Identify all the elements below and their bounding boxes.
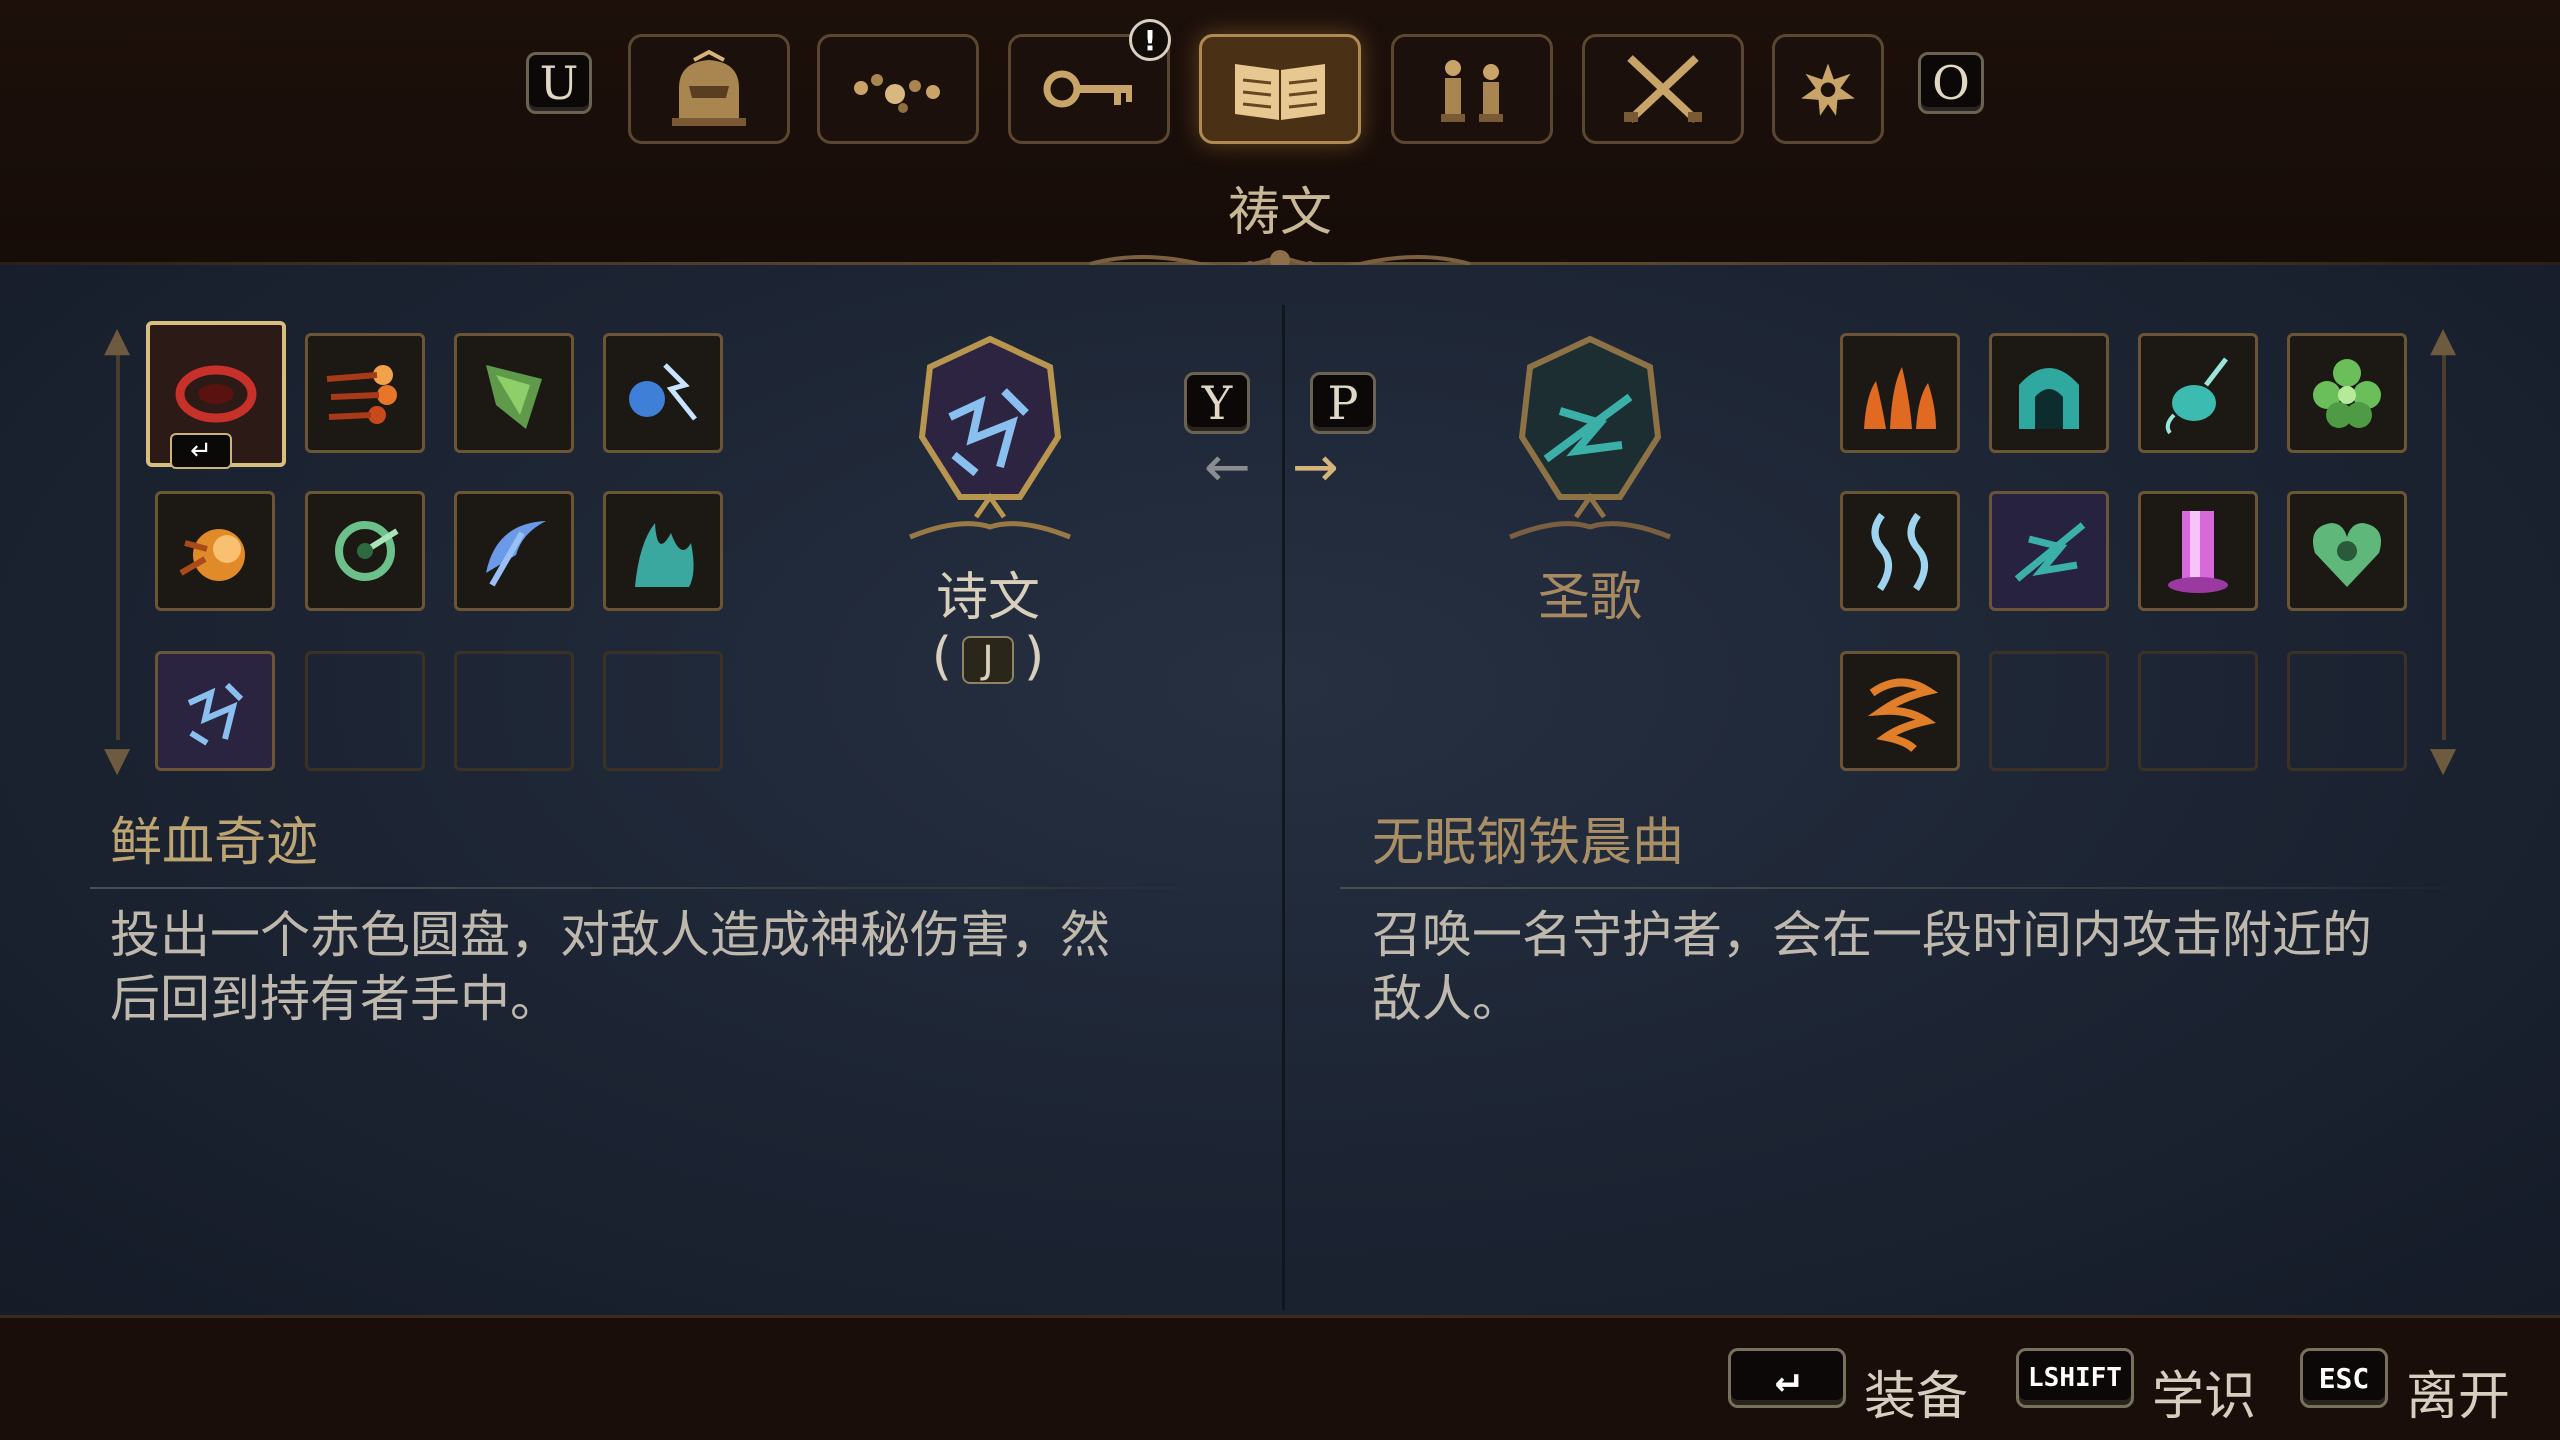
empty-prayer-slot[interactable] — [305, 651, 425, 771]
verses-tab[interactable] — [1199, 34, 1361, 144]
teal-flames-icon — [635, 523, 694, 587]
orange-vortex-icon — [1867, 678, 1939, 752]
key-icon — [1043, 70, 1132, 108]
right-desc-line-2: 敌人。 — [1372, 970, 1522, 1028]
equipped-badge: ↵ — [170, 433, 232, 469]
hymn-category-label: 圣歌 — [1537, 568, 1642, 628]
teal-guardian-emblem-icon — [1509, 335, 1671, 540]
fire-bolts-icon — [326, 365, 397, 424]
shift-key[interactable]: LSHIFT — [2016, 1348, 2134, 1408]
prayer-slot[interactable] — [603, 491, 723, 611]
center-divider — [1282, 305, 1285, 1310]
right-skill-name: 无眠钢铁晨曲 — [1372, 813, 1685, 873]
right-rule — [1340, 887, 2470, 889]
rosary-beads-icon — [854, 74, 940, 113]
rosary-tab[interactable] — [817, 34, 979, 144]
right-rail-bottom-icon: ▼ — [2430, 740, 2457, 780]
empty-prayer-slot[interactable] — [2138, 651, 2258, 771]
next-tab-key[interactable]: O — [1918, 52, 1984, 114]
teal-guardian-icon — [2014, 522, 2086, 582]
left-rail-top-icon: ▲ — [104, 320, 131, 360]
left-desc-line-2: 后回到持有者手中。 — [110, 970, 560, 1028]
right-skill-description: 召唤一名守护者，会在一段时间内攻击附近的 敌人。 — [1372, 903, 2512, 1031]
prayer-slot[interactable] — [2138, 491, 2258, 611]
enter-key[interactable]: ↵ — [1728, 1348, 1846, 1408]
weapons-tab[interactable] — [1582, 34, 1744, 144]
hymn-category-emblem[interactable] — [1480, 327, 1700, 567]
teal-shrine-icon — [2019, 368, 2079, 429]
left-desc-line-1: 投出一个赤色圆盘，对敌人造成神秘伤害，然 — [110, 906, 1110, 964]
alert-badge: ! — [1129, 19, 1171, 61]
open-book-icon — [1235, 64, 1325, 120]
prayer-slot[interactable] — [305, 333, 425, 453]
top-navigation-bar: U ! O 祷文 — [0, 0, 2560, 271]
figurines-icon — [1441, 60, 1503, 122]
arrow-left-icon: ← — [1204, 435, 1251, 500]
green-shard-icon — [486, 365, 542, 429]
triple-flame-icon — [1864, 367, 1936, 429]
prayer-slot[interactable] — [2287, 333, 2407, 453]
red-disc-icon — [175, 365, 257, 423]
left-skill-description: 投出一个赤色圆盘，对敌人造成神秘伤害，然 后回到持有者手中。 — [110, 903, 1250, 1031]
teal-censer-icon — [2165, 357, 2228, 435]
empty-prayer-slot[interactable] — [2287, 651, 2407, 771]
swap-right-key[interactable]: P — [1310, 372, 1376, 434]
left-rule — [90, 887, 1220, 889]
prayer-slot[interactable] — [155, 491, 275, 611]
prayer-slot[interactable] — [1989, 491, 2109, 611]
options-tab[interactable] — [1772, 34, 1884, 144]
equip-label: 装备 — [1864, 1367, 1969, 1427]
left-skill-name: 鲜血奇迹 — [110, 813, 319, 873]
prayer-slot[interactable] — [454, 491, 574, 611]
blue-rune-emblem-icon — [909, 335, 1071, 540]
green-spiral-icon — [335, 521, 399, 581]
verse-category-emblem[interactable] — [880, 327, 1100, 567]
empty-prayer-slot[interactable] — [1989, 651, 2109, 771]
empty-prayer-slot[interactable] — [454, 651, 574, 771]
bottom-hint-bar: ↵ 装备 LSHIFT 学识 ESC 离开 — [0, 1315, 2560, 1440]
prayer-slot[interactable] — [1840, 651, 1960, 771]
page-title: 祷文 — [1227, 183, 1332, 243]
prayer-slot[interactable] — [2287, 491, 2407, 611]
prayer-slot[interactable] — [1989, 333, 2109, 453]
swap-left-key[interactable]: Y — [1184, 372, 1250, 434]
lore-label: 学识 — [2152, 1367, 2257, 1427]
prayer-slot[interactable] — [603, 333, 723, 453]
right-scroll-rail — [2442, 340, 2446, 740]
key-items-tab[interactable]: ! — [1008, 19, 1171, 144]
crossed-swords-icon — [1624, 55, 1702, 123]
magenta-pillar-icon — [2168, 511, 2228, 593]
esc-key[interactable]: ESC — [2300, 1348, 2388, 1408]
prayer-slot[interactable] — [2138, 333, 2258, 453]
left-scroll-rail — [116, 340, 120, 740]
blue-rune-icon — [187, 682, 244, 746]
gear-star-icon — [1801, 63, 1855, 116]
prayer-panel: ▲ ▼ ↵ 诗文 (J) Y P ← → 圣歌 ▲ ▼ 鲜血奇迹 投出一个赤色圆… — [0, 265, 2560, 1315]
right-rail-top-icon: ▲ — [2430, 320, 2457, 360]
green-heart-icon — [2313, 523, 2381, 587]
left-rail-bottom-icon: ▼ — [104, 740, 131, 780]
arrow-right-icon: → — [1292, 435, 1339, 500]
prayer-slot[interactable] — [1840, 333, 1960, 453]
leave-label: 离开 — [2406, 1367, 2511, 1427]
figures-tab[interactable] — [1391, 34, 1553, 144]
verse-category-key-hint: (J) — [931, 627, 1045, 687]
prayer-slot-selected[interactable]: ↵ — [146, 321, 286, 469]
prayer-slot[interactable] — [454, 333, 574, 453]
twin-spirits-icon — [1871, 512, 1928, 591]
verse-category-label: 诗文 — [935, 568, 1040, 628]
prev-tab-key[interactable]: U — [526, 52, 592, 114]
prayer-slot[interactable] — [1840, 491, 1960, 611]
helmet-icon — [672, 49, 746, 126]
right-desc-line-1: 召唤一名守护者，会在一段时间内攻击附近的 — [1372, 906, 2372, 964]
prayer-slot[interactable] — [155, 651, 275, 771]
character-tab[interactable] — [628, 34, 790, 144]
verse-category-key[interactable]: J — [962, 636, 1014, 684]
orange-burst-icon — [179, 529, 245, 581]
blue-scythe-icon — [486, 521, 546, 587]
blue-lightning-icon — [629, 363, 697, 421]
empty-prayer-slot[interactable] — [603, 651, 723, 771]
green-flower-icon — [2313, 359, 2381, 428]
prayer-slot[interactable] — [305, 491, 425, 611]
